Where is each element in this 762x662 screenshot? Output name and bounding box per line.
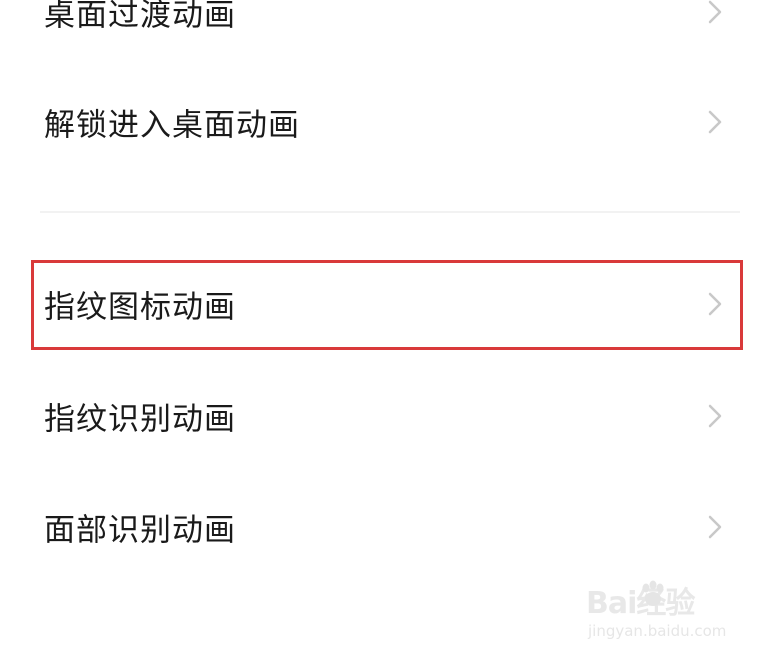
settings-item-label: 指纹图标动画 xyxy=(44,289,236,326)
chevron-right-icon xyxy=(702,291,728,317)
settings-item-unlock-desktop-animation[interactable]: 解锁进入桌面动画 xyxy=(0,72,762,172)
settings-item-desktop-transition-animation[interactable]: 桌面过渡动画 xyxy=(0,0,762,62)
settings-item-label: 指纹识别动画 xyxy=(44,401,236,438)
settings-item-label: 解锁进入桌面动画 xyxy=(44,107,300,144)
settings-item-face-recognition-animation[interactable]: 面部识别动画 xyxy=(0,477,762,577)
settings-item-fingerprint-icon-animation[interactable]: 指纹图标动画 xyxy=(0,254,762,354)
settings-item-label: 面部识别动画 xyxy=(44,512,236,549)
chevron-right-icon xyxy=(702,403,728,429)
paw-icon xyxy=(638,580,668,614)
chevron-right-icon xyxy=(702,514,728,540)
settings-screen: 桌面过渡动画 解锁进入桌面动画 指纹图标动画 指纹识别动画 面部识别动画 Bai… xyxy=(0,0,762,662)
settings-item-fingerprint-recognition-animation[interactable]: 指纹识别动画 xyxy=(0,366,762,466)
section-divider xyxy=(40,211,740,213)
settings-item-label: 桌面过渡动画 xyxy=(44,0,236,34)
chevron-right-icon xyxy=(702,0,728,25)
baidu-jingyan-watermark: Bai经验 jingyan.baidu.com xyxy=(586,578,736,648)
watermark-url: jingyan.baidu.com xyxy=(588,622,727,640)
chevron-right-icon xyxy=(702,109,728,135)
